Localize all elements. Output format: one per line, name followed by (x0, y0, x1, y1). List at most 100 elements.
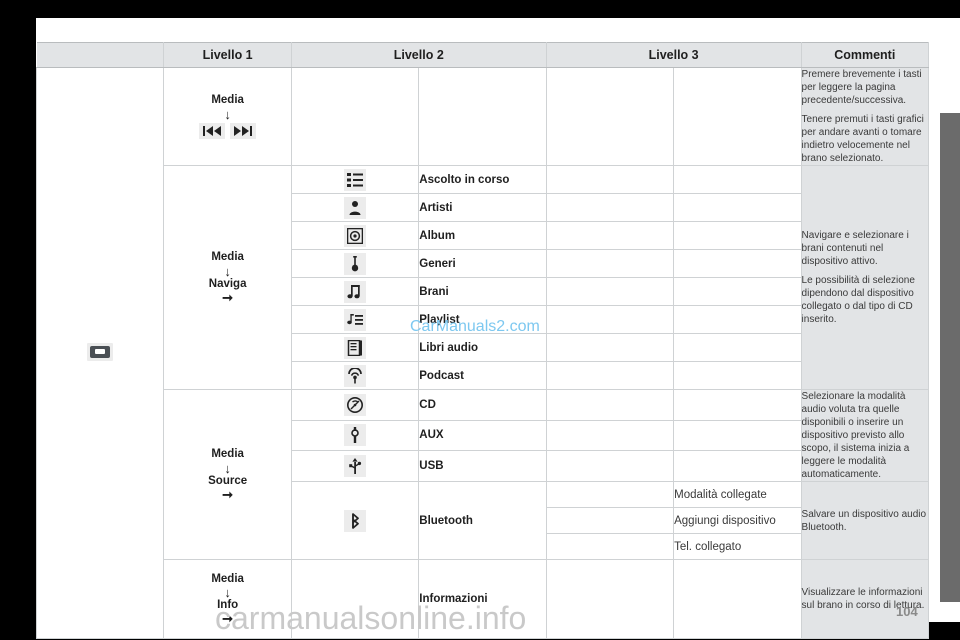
header-spacer (36, 42, 165, 68)
level1-subtitle: Naviga (208, 277, 247, 290)
comments-cell-bluetooth: Salvare un dispositivo audio Bluetooth. (800, 481, 930, 560)
car-radio-icon-screen (95, 348, 106, 354)
level3-label-empty (673, 67, 802, 166)
level2-icon-cell (290, 165, 420, 194)
bluetooth-icon (344, 509, 367, 532)
level2-label-podcast[interactable]: Podcast (418, 361, 547, 390)
comments-cell-naviga: Navigare e selezionare i brani contenuti… (800, 165, 930, 390)
level3-empty (673, 419, 802, 452)
level2-icon-cell (290, 277, 420, 306)
arrow-right-icon: ➞ (222, 289, 234, 305)
level3-empty (673, 305, 802, 334)
album-disc-icon (344, 224, 367, 247)
level2-label-brani[interactable]: Brani (418, 277, 547, 306)
level3-pad (545, 533, 675, 560)
level1-title: Media (211, 572, 244, 585)
level2-label-album[interactable]: Album (418, 221, 547, 250)
level2-label-ascolto[interactable]: Ascolto in corso (418, 165, 547, 194)
level1-cell-media-skip: Media ↓ (163, 67, 292, 166)
audiobook-icon (344, 336, 367, 359)
artist-icon (344, 196, 367, 219)
level3-empty (673, 559, 802, 639)
level3-empty (673, 221, 802, 250)
level3-empty (673, 361, 802, 390)
podcast-icon (344, 364, 367, 387)
level2-label-empty (418, 67, 547, 166)
level3-empty (673, 249, 802, 278)
comment-text: Selezionare la modalità audio voluta tra… (801, 391, 910, 480)
aux-jack-icon (344, 424, 367, 447)
level3-empty (673, 389, 802, 421)
comment-text: Premere brevemente i tasti per leggere l… (801, 69, 922, 106)
guitar-icon (344, 252, 367, 275)
table-header-row: Livello 1 Livello 2 Livello 3 Commenti (36, 42, 930, 68)
car-radio-icon-cell (35, 67, 165, 639)
level2-label-bluetooth[interactable]: Bluetooth (418, 481, 547, 560)
table-row: Media ↓ Premere brevemente i tasti per l… (35, 67, 930, 639)
level2-icon-cell (290, 305, 420, 334)
level2-label-artisti[interactable]: Artisti (418, 193, 547, 222)
level2-label-cd[interactable]: CD (418, 389, 547, 421)
table-body: Media ↓ Premere brevemente i tasti per l… (35, 67, 930, 639)
level2-label-usb[interactable]: USB (418, 450, 547, 482)
level2-icon-cell (290, 221, 420, 250)
comments-cell-source: Selezionare la modalità audio voluta tra… (800, 389, 930, 482)
arrow-down-icon: ↓ (224, 460, 231, 476)
table-header: Livello 1 Livello 2 Livello 3 Commenti (36, 42, 930, 68)
comment-text: Salvare un dispositivo audio Bluetooth. (801, 508, 927, 533)
watermark-bottom: carmanualsonline.info (215, 600, 527, 636)
page-edge-bar (940, 113, 960, 602)
page-left-margin (0, 0, 36, 640)
level3-pad (545, 419, 675, 452)
list-icon (344, 168, 367, 191)
prev-track-icon[interactable] (199, 122, 226, 139)
playlist-icon (344, 308, 367, 331)
comments-cell-media-skip: Premere brevemente i tasti per leggere l… (800, 67, 930, 166)
level3-pad (545, 507, 675, 534)
level2-label-aux[interactable]: AUX (418, 419, 547, 452)
table-row[interactable]: Media ↓ Naviga ➞ Ascolto in corso Naviga… (37, 165, 930, 390)
car-radio-icon (87, 342, 114, 361)
level3-pad (545, 361, 675, 390)
watermark-inline: CarManuals2.com (410, 318, 540, 335)
header-level2: Livello 2 (290, 42, 547, 68)
level3-empty (673, 450, 802, 482)
level3-pad-empty (545, 67, 675, 166)
level3-pad (545, 389, 675, 421)
level3-pad (545, 277, 675, 306)
comment-text: Le possibilità di selezione dipendono da… (801, 275, 915, 325)
next-track-icon[interactable] (230, 122, 257, 139)
level2-icon-cell (290, 389, 420, 421)
level2-label-libri-audio[interactable]: Libri audio (418, 333, 547, 362)
table-row[interactable]: Media ↓ Source ➞ CD Selezionare la modal… (37, 389, 930, 560)
comment-text: Navigare e selezionare i brani contenuti… (801, 230, 909, 267)
level2-icon-cell (290, 249, 420, 278)
level3-pad (545, 333, 675, 362)
level3-modalita-collegate[interactable]: Modalità collegate (673, 481, 802, 508)
level2-label-generi[interactable]: Generi (418, 249, 547, 278)
level1-title: Media (211, 94, 244, 107)
level3-pad (545, 305, 675, 334)
music-note-icon (344, 280, 367, 303)
menu-structure-table: Livello 1 Livello 2 Livello 3 Commenti M… (35, 42, 930, 639)
level2-icon-cell (290, 450, 420, 482)
level1-title: Media (211, 448, 244, 461)
level3-empty (673, 277, 802, 306)
level2-icon-empty (290, 67, 420, 166)
page-number: 104 (896, 604, 918, 619)
header-comments: Commenti (800, 42, 930, 68)
level3-pad (545, 249, 675, 278)
level2-icon-cell (290, 361, 420, 390)
level3-aggiungi-dispositivo[interactable]: Aggiungi dispositivo (673, 507, 802, 534)
level3-empty (673, 333, 802, 362)
level3-pad (545, 221, 675, 250)
header-level1: Livello 1 (163, 42, 292, 68)
comment-text: Tenere premuti i tasti grafici per andar… (801, 114, 924, 164)
skip-buttons (164, 122, 290, 139)
arrow-right-icon: ➞ (222, 486, 234, 502)
level2-icon-cell (290, 333, 420, 362)
level3-empty (673, 193, 802, 222)
arrow-down-icon: ↓ (224, 106, 231, 122)
level3-pad (545, 165, 675, 194)
level3-tel-collegato[interactable]: Tel. collegato (673, 533, 802, 560)
